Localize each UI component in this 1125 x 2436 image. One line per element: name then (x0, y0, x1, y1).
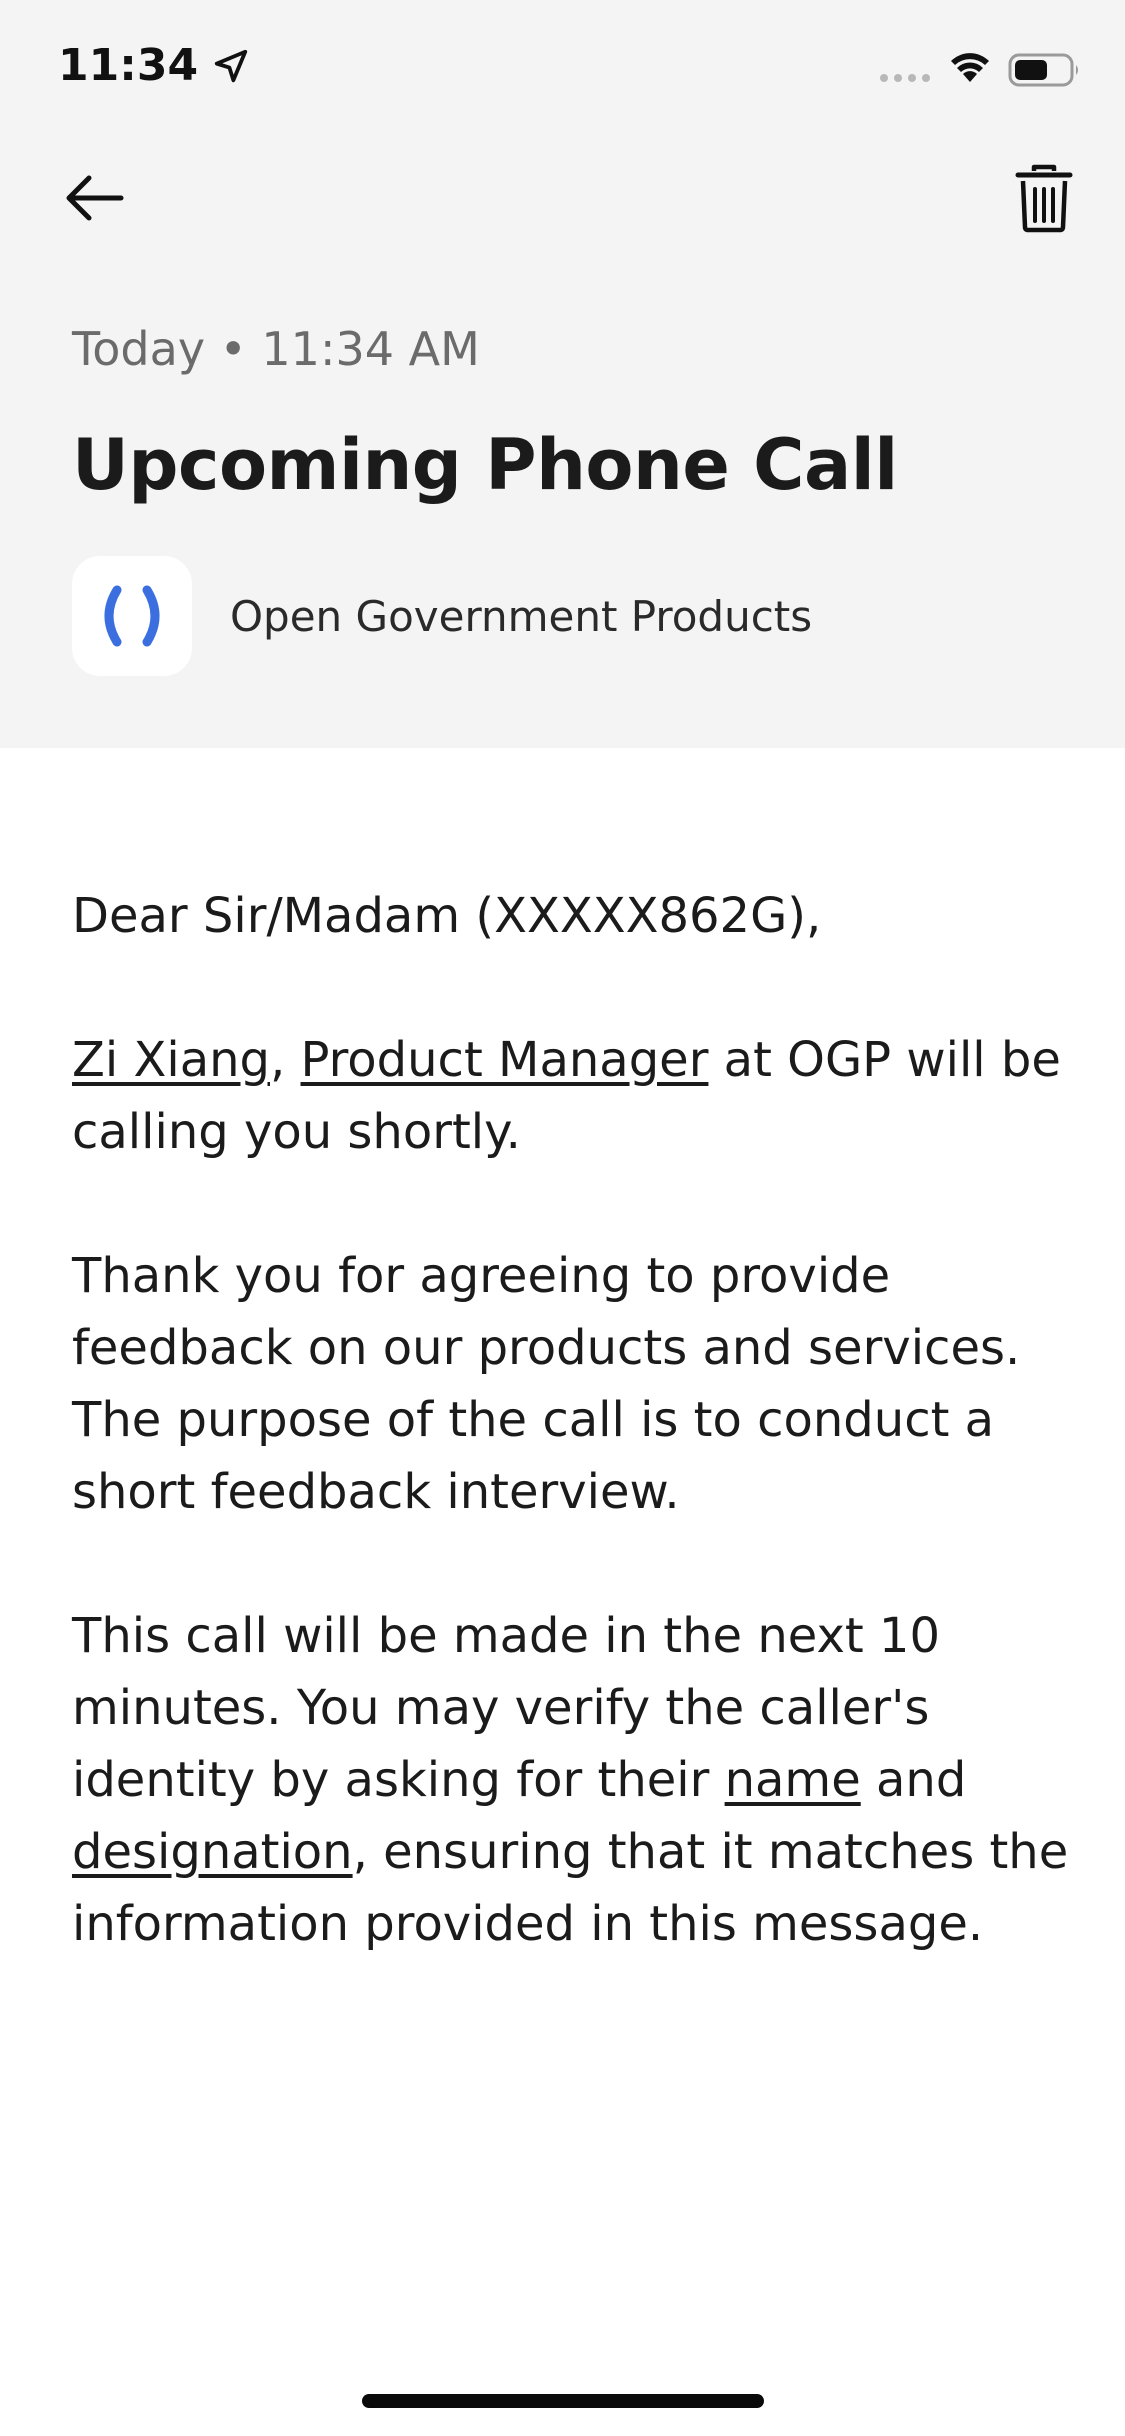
trash-icon (1015, 164, 1073, 233)
cellular-signal-icon (880, 74, 930, 82)
message-body: Dear Sir/Madam (XXXXX862G), Zi Xiang, Pr… (72, 880, 1072, 2032)
status-bar: 11:34 (0, 0, 1125, 140)
message-paragraph-verify: This call will be made in the next 10 mi… (72, 1600, 1072, 1960)
status-time-wrap: 11:34 (58, 40, 250, 91)
message-greeting: Dear Sir/Madam (XXXXX862G), (72, 888, 822, 944)
designation-link[interactable]: designation (72, 1824, 353, 1880)
back-button[interactable] (56, 162, 132, 234)
sender-logo (72, 556, 192, 676)
message-paragraph-caller: Zi Xiang, Product Manager at OGP will be… (72, 1024, 1072, 1168)
battery-icon (1008, 53, 1078, 87)
location-arrow-icon (214, 49, 248, 82)
caller-role-link[interactable]: Product Manager (301, 1032, 709, 1088)
message-header: 11:34 Today • 11:34 AM Upcoming Phone Ca… (0, 0, 1125, 748)
home-indicator[interactable] (362, 2394, 764, 2408)
name-link[interactable]: name (725, 1752, 861, 1808)
message-timestamp: Today • 11:34 AM (72, 322, 480, 376)
verify-text-and: and (860, 1752, 967, 1808)
message-detail-screen: 11:34 Today • 11:34 AM Upcoming Phone Ca… (0, 0, 1125, 2436)
caller-name-link[interactable]: Zi Xiang (72, 1032, 270, 1088)
delete-button[interactable] (1010, 158, 1078, 238)
caller-separator: , (270, 1032, 301, 1088)
sender-name: Open Government Products (230, 591, 813, 641)
status-time: 11:34 (58, 40, 199, 91)
arrow-left-icon (66, 175, 124, 221)
message-title: Upcoming Phone Call (72, 424, 898, 506)
message-paragraph-purpose: Thank you for agreeing to provide feedba… (72, 1248, 1021, 1520)
ogp-logo-icon (104, 585, 160, 647)
sender-row: Open Government Products (72, 556, 812, 676)
wifi-icon (951, 53, 989, 82)
